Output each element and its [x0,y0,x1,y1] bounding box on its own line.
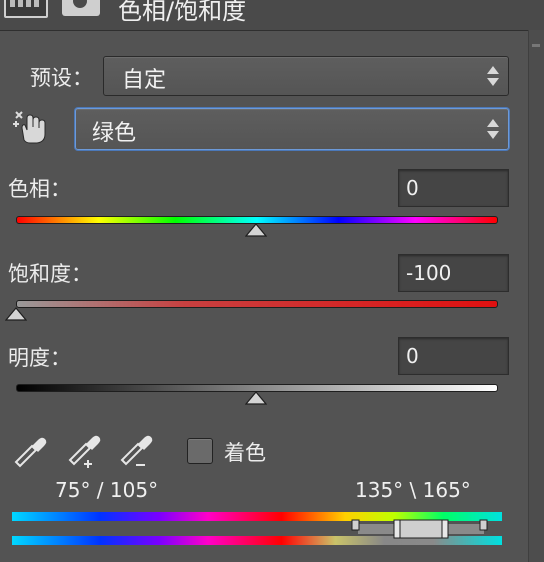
saturation-slider-track[interactable] [16,300,498,308]
scrollbar-grip[interactable] [532,44,540,47]
lightness-slider-thumb[interactable] [245,391,267,405]
preset-label: 预设： [30,66,93,90]
range-left-readout: 75° / 105° [55,478,159,502]
panel-title: 色相/饱和度 [118,0,247,25]
hue-input[interactable]: 0 [398,169,509,207]
eyedropper-subtract-icon[interactable] [118,432,154,468]
channel-value: 绿色 [92,121,137,146]
updown-arrows-icon [487,118,499,140]
saturation-label: 饱和度： [8,262,92,286]
panel-scrollbar[interactable] [528,30,544,562]
updown-arrows-icon [487,65,499,87]
colorize-checkbox[interactable] [187,438,213,464]
lightness-value: 0 [406,344,419,368]
adjustment-layer-icon [4,0,48,18]
eyedropper-add-icon[interactable] [66,432,102,468]
saturation-slider-thumb[interactable] [5,307,27,321]
mask-icon [62,0,100,16]
hue-slider-thumb[interactable] [245,223,267,237]
lightness-input[interactable]: 0 [398,337,509,375]
targeted-adjustment-hand-icon[interactable] [12,110,50,146]
preset-dropdown[interactable]: 自定 [103,56,509,96]
hue-value: 0 [406,176,419,200]
eyedropper-icon[interactable] [12,432,48,468]
saturation-input[interactable]: -100 [398,254,509,292]
lightness-label: 明度： [8,346,71,370]
colorize-label: 着色 [224,441,266,465]
saturation-value: -100 [406,261,452,285]
color-range-selector[interactable] [348,518,508,540]
hue-label: 色相： [8,177,71,201]
preset-value: 自定 [122,68,167,93]
range-right-readout: 135° \ 165° [355,478,471,502]
channel-dropdown[interactable]: 绿色 [75,108,509,150]
